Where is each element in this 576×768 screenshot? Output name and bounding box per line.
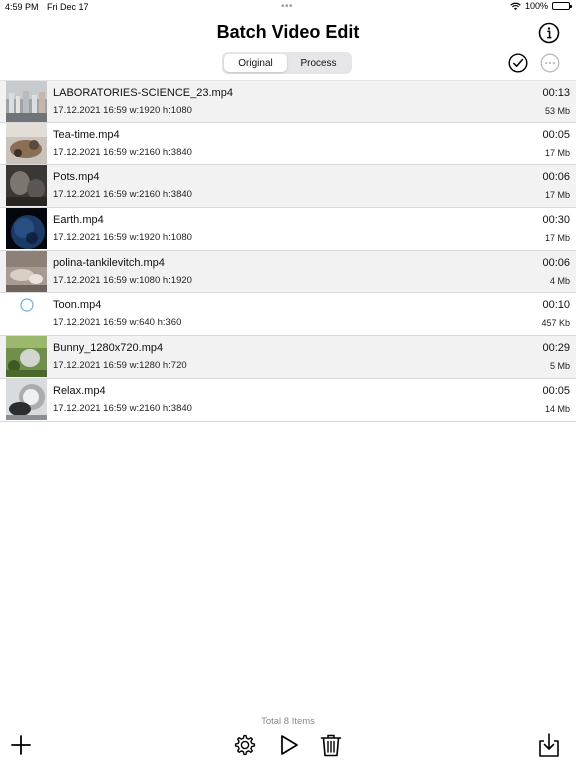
video-name: Pots.mp4	[53, 171, 100, 184]
total-items-label: Total 8 Items	[261, 716, 315, 727]
plus-icon[interactable]	[8, 732, 34, 758]
video-meta: 17.12.2021 16:59 w:2160 h:3840	[53, 189, 192, 201]
video-duration: 00:30	[542, 214, 570, 227]
video-size: 5 Mb	[549, 361, 570, 372]
video-size: 4 Mb	[549, 275, 570, 286]
video-thumbnail	[6, 378, 47, 420]
battery-icon	[552, 2, 572, 10]
info-icon[interactable]	[538, 22, 560, 44]
ellipsis-circle-icon[interactable]	[540, 53, 560, 73]
view-segmented-control: Original Process	[222, 52, 352, 74]
video-duration: 00:05	[542, 384, 570, 397]
status-time: 4:59 PM	[5, 2, 39, 12]
video-thumbnail	[6, 122, 47, 164]
status-date: Fri Dec 17	[47, 2, 89, 12]
video-meta: 17.12.2021 16:59 w:1920 h:1080	[53, 232, 192, 244]
battery-percent: 100%	[524, 1, 548, 11]
list-item[interactable]: Earth.mp4 17.12.2021 16:59 w:1920 h:1080…	[0, 208, 576, 251]
status-indicators: 100%	[510, 1, 572, 11]
video-thumbnail	[6, 336, 47, 378]
video-thumbnail	[6, 208, 47, 250]
bottom-toolbar: Total 8 Items	[0, 710, 576, 768]
video-duration: 00:06	[542, 171, 570, 184]
header: Batch Video Edit Original Process	[0, 18, 576, 78]
list-item[interactable]: Pots.mp4 17.12.2021 16:59 w:2160 h:3840 …	[0, 165, 576, 209]
page-title: Batch Video Edit	[216, 22, 360, 42]
video-thumbnail	[6, 81, 47, 122]
video-size: 17 Mb	[544, 233, 570, 244]
tab-original[interactable]: Original	[224, 54, 287, 72]
video-name: LABORATORIES-SCIENCE_23.mp4	[53, 87, 233, 99]
video-name: Earth.mp4	[53, 214, 104, 227]
video-name: Toon.mp4	[53, 299, 102, 312]
video-size: 53 Mb	[544, 106, 570, 116]
play-icon[interactable]	[276, 732, 302, 758]
video-meta: 17.12.2021 16:59 w:2160 h:3840	[53, 402, 192, 414]
video-name: Tea-time.mp4	[53, 128, 120, 141]
video-size: 17 Mb	[544, 147, 570, 158]
wifi-icon	[510, 2, 521, 10]
video-thumbnail	[6, 250, 47, 292]
video-duration: 00:05	[542, 128, 570, 141]
list-item[interactable]: Relax.mp4 17.12.2021 16:59 w:2160 h:3840…	[0, 378, 576, 422]
video-meta: 17.12.2021 16:59 w:1920 h:1080	[53, 105, 192, 116]
video-name: Bunny_1280x720.mp4	[53, 342, 164, 355]
video-size: 457 Kb	[541, 318, 570, 329]
list-item[interactable]: polina-tankilevitch.mp4 17.12.2021 16:59…	[0, 250, 576, 294]
download-icon[interactable]	[536, 732, 562, 758]
multitasking-dots-icon[interactable]: •••	[281, 1, 293, 12]
video-duration: 00:13	[542, 87, 570, 99]
video-meta: 17.12.2021 16:59 w:1080 h:1920	[53, 274, 192, 286]
list-item[interactable]: LABORATORIES-SCIENCE_23.mp4 17.12.2021 1…	[0, 80, 576, 123]
video-duration: 00:06	[542, 256, 570, 269]
video-meta: 17.12.2021 16:59 w:1280 h:720	[53, 360, 187, 372]
gear-icon[interactable]	[232, 732, 258, 758]
video-thumbnail	[6, 165, 47, 207]
loading-indicator-icon	[6, 293, 47, 335]
video-name: Relax.mp4	[53, 384, 106, 397]
video-meta: 17.12.2021 16:59 w:2160 h:3840	[53, 146, 192, 158]
list-item[interactable]: Bunny_1280x720.mp4 17.12.2021 16:59 w:12…	[0, 336, 576, 379]
video-size: 14 Mb	[544, 403, 570, 414]
list-item[interactable]: Tea-time.mp4 17.12.2021 16:59 w:2160 h:3…	[0, 122, 576, 166]
video-duration: 00:10	[542, 299, 570, 312]
tab-process[interactable]: Process	[287, 54, 350, 72]
video-name: polina-tankilevitch.mp4	[53, 256, 165, 269]
video-duration: 00:29	[542, 342, 570, 355]
trash-icon[interactable]	[318, 732, 344, 758]
list-item[interactable]: Toon.mp4 17.12.2021 16:59 w:640 h:360 00…	[0, 293, 576, 337]
video-size: 17 Mb	[544, 190, 570, 201]
video-meta: 17.12.2021 16:59 w:640 h:360	[53, 317, 182, 329]
status-bar: 4:59 PM Fri Dec 17 ••• 100%	[0, 0, 576, 14]
video-list: LABORATORIES-SCIENCE_23.mp4 17.12.2021 1…	[0, 80, 576, 422]
checkmark-circle-icon[interactable]	[508, 53, 528, 73]
